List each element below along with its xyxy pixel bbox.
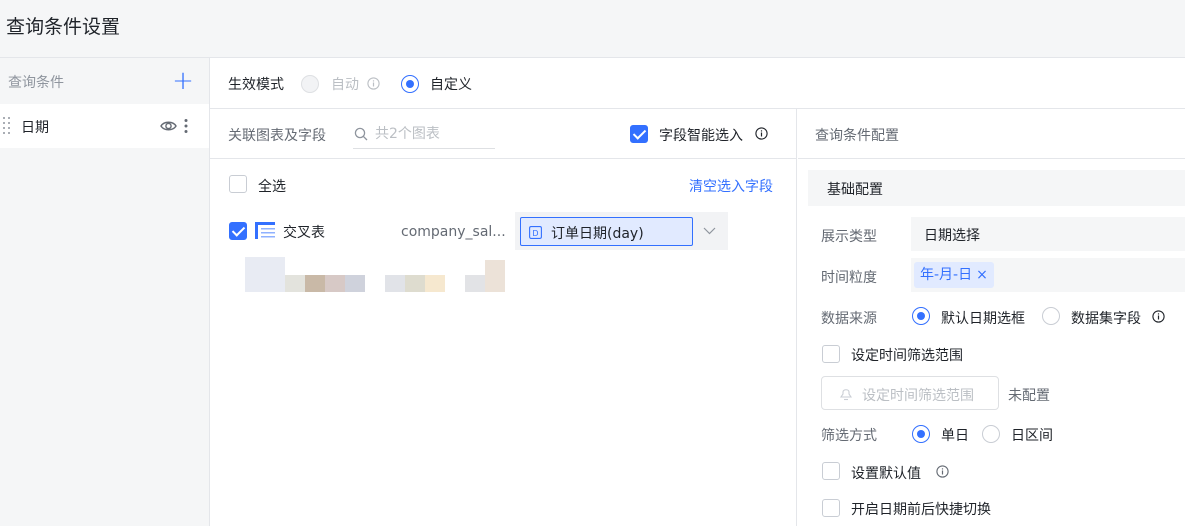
- eye-icon[interactable]: [160, 118, 177, 134]
- range-status: 未配置: [1008, 388, 1050, 404]
- source-default-radio[interactable]: [912, 307, 930, 325]
- filter-range-label: 日区间: [1011, 428, 1053, 444]
- chart-dataset-label: company_sal...: [401, 224, 506, 240]
- smart-select-label: 字段智能选入: [659, 128, 743, 144]
- display-type-label: 展示类型: [821, 229, 877, 245]
- default-value-label: 设置默认值: [851, 466, 921, 482]
- data-source-label: 数据来源: [821, 311, 877, 327]
- sidebar-header: 查询条件 +: [0, 58, 209, 104]
- section-title: 基础配置: [827, 182, 883, 198]
- filter-range-icon: [839, 389, 853, 401]
- add-condition-button[interactable]: +: [172, 68, 194, 94]
- chevron-down-icon[interactable]: [703, 224, 716, 237]
- range-label: 设定时间筛选范围: [851, 348, 963, 364]
- mode-bar: 生效模式 自动 自定义: [210, 58, 1185, 109]
- config-panel-header: 查询条件配置: [798, 109, 1185, 159]
- select-all-label: 全选: [258, 179, 286, 195]
- blurred-preview: [245, 257, 505, 297]
- filter-range-radio[interactable]: [982, 425, 1000, 443]
- display-type-value: 日期选择: [924, 228, 980, 244]
- chart-search-input[interactable]: [375, 123, 493, 145]
- mode-auto-label: 自动: [331, 77, 359, 93]
- sidebar-title: 查询条件: [8, 75, 64, 91]
- mode-custom-radio[interactable]: [401, 75, 419, 93]
- sidebar: 查询条件 + 日期: [0, 58, 210, 526]
- field-select[interactable]: D 订单日期(day): [515, 212, 728, 250]
- granularity-tag-label: 年-月-日: [920, 267, 973, 283]
- info-icon[interactable]: [936, 465, 949, 478]
- filter-single-radio[interactable]: [912, 425, 930, 443]
- source-default-label: 默认日期选框: [941, 311, 1025, 327]
- chart-checkbox[interactable]: [229, 222, 247, 240]
- drag-handle-icon[interactable]: [3, 117, 11, 135]
- mode-custom-label: 自定义: [430, 77, 472, 93]
- chart-search: [353, 121, 495, 149]
- default-value-checkbox[interactable]: [822, 462, 840, 480]
- svg-text:D: D: [532, 229, 538, 238]
- page-header: 查询条件设置: [0, 0, 1185, 58]
- quick-switch-label: 开启日期前后快捷切换: [851, 502, 991, 518]
- sidebar-item-label: 日期: [21, 120, 49, 136]
- page-title: 查询条件设置: [6, 16, 121, 38]
- range-checkbox[interactable]: [822, 345, 840, 363]
- basic-config-section: 基础配置: [808, 170, 1185, 206]
- source-dataset-label: 数据集字段: [1071, 311, 1141, 327]
- select-all-checkbox[interactable]: [229, 175, 247, 193]
- link-panel-label: 关联图表及字段: [228, 128, 326, 144]
- clear-fields-link[interactable]: 清空选入字段: [689, 176, 773, 196]
- smart-select-checkbox[interactable]: [630, 125, 648, 143]
- mode-auto-radio[interactable]: [301, 75, 319, 93]
- more-vertical-icon[interactable]: [182, 118, 190, 134]
- info-icon[interactable]: [1152, 310, 1165, 323]
- date-field-icon: D: [529, 226, 542, 239]
- link-panel-toolbar: 关联图表及字段 字段智能选入: [210, 109, 796, 159]
- chart-type-label: 交叉表: [283, 225, 325, 241]
- mode-label: 生效模式: [228, 77, 284, 93]
- info-icon[interactable]: [367, 77, 380, 90]
- field-select-label: 订单日期(day): [551, 226, 644, 242]
- display-type-select[interactable]: 日期选择: [911, 217, 1185, 251]
- config-panel: 查询条件配置 基础配置 展示类型 日期选择 时间粒度 年-月-日 × 数据来源 默…: [798, 109, 1185, 526]
- source-dataset-radio[interactable]: [1042, 307, 1060, 325]
- set-range-button[interactable]: 设定时间筛选范围: [821, 376, 999, 410]
- sidebar-item-date[interactable]: 日期: [0, 104, 209, 148]
- quick-switch-checkbox[interactable]: [822, 499, 840, 517]
- search-icon: [354, 127, 368, 141]
- config-panel-title: 查询条件配置: [815, 128, 899, 144]
- link-panel: 关联图表及字段 字段智能选入 全选 清空选入字段 交叉表 company_sal…: [210, 109, 797, 526]
- granularity-tag: 年-月-日 ×: [914, 262, 994, 288]
- filter-mode-label: 筛选方式: [821, 428, 877, 444]
- field-select-value[interactable]: D 订单日期(day): [520, 217, 693, 246]
- granularity-label: 时间粒度: [821, 270, 877, 286]
- set-range-button-label: 设定时间筛选范围: [862, 388, 974, 404]
- info-icon[interactable]: [755, 127, 768, 140]
- close-icon[interactable]: ×: [976, 267, 988, 283]
- granularity-select[interactable]: 年-月-日 ×: [911, 258, 1185, 292]
- filter-single-label: 单日: [941, 428, 969, 444]
- cross-table-icon: [255, 222, 275, 239]
